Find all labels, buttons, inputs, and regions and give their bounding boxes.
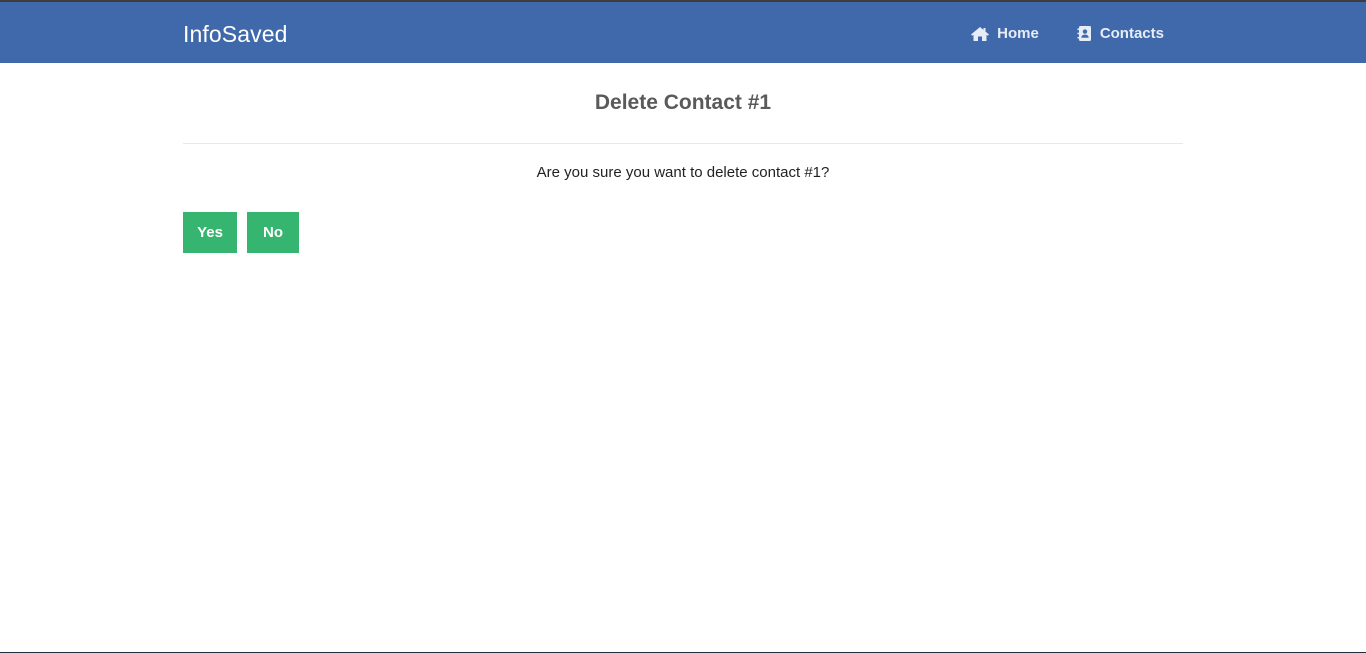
brand-link[interactable]: InfoSaved [183,2,287,63]
confirmation-actions: Yes No [183,212,1183,253]
nav-links: Home Contacts [932,2,1164,63]
title-divider [183,143,1183,144]
nav-link-home-label: Home [997,25,1039,42]
address-book-icon [1077,26,1091,41]
yes-button[interactable]: Yes [183,212,237,253]
nav-link-home[interactable]: Home [970,23,1039,42]
page-title: Delete Contact #1 [594,91,772,114]
nav-link-contacts-label: Contacts [1099,25,1164,42]
navbar: InfoSaved Home Contacts [0,2,1366,63]
confirmation-message: Are you sure you want to delete contact … [536,164,830,181]
main-content: Delete Contact #1 Are you sure you want … [183,63,1183,253]
home-icon [971,26,990,41]
nav-link-contacts[interactable]: Contacts [1077,23,1164,42]
no-button[interactable]: No [247,212,299,253]
